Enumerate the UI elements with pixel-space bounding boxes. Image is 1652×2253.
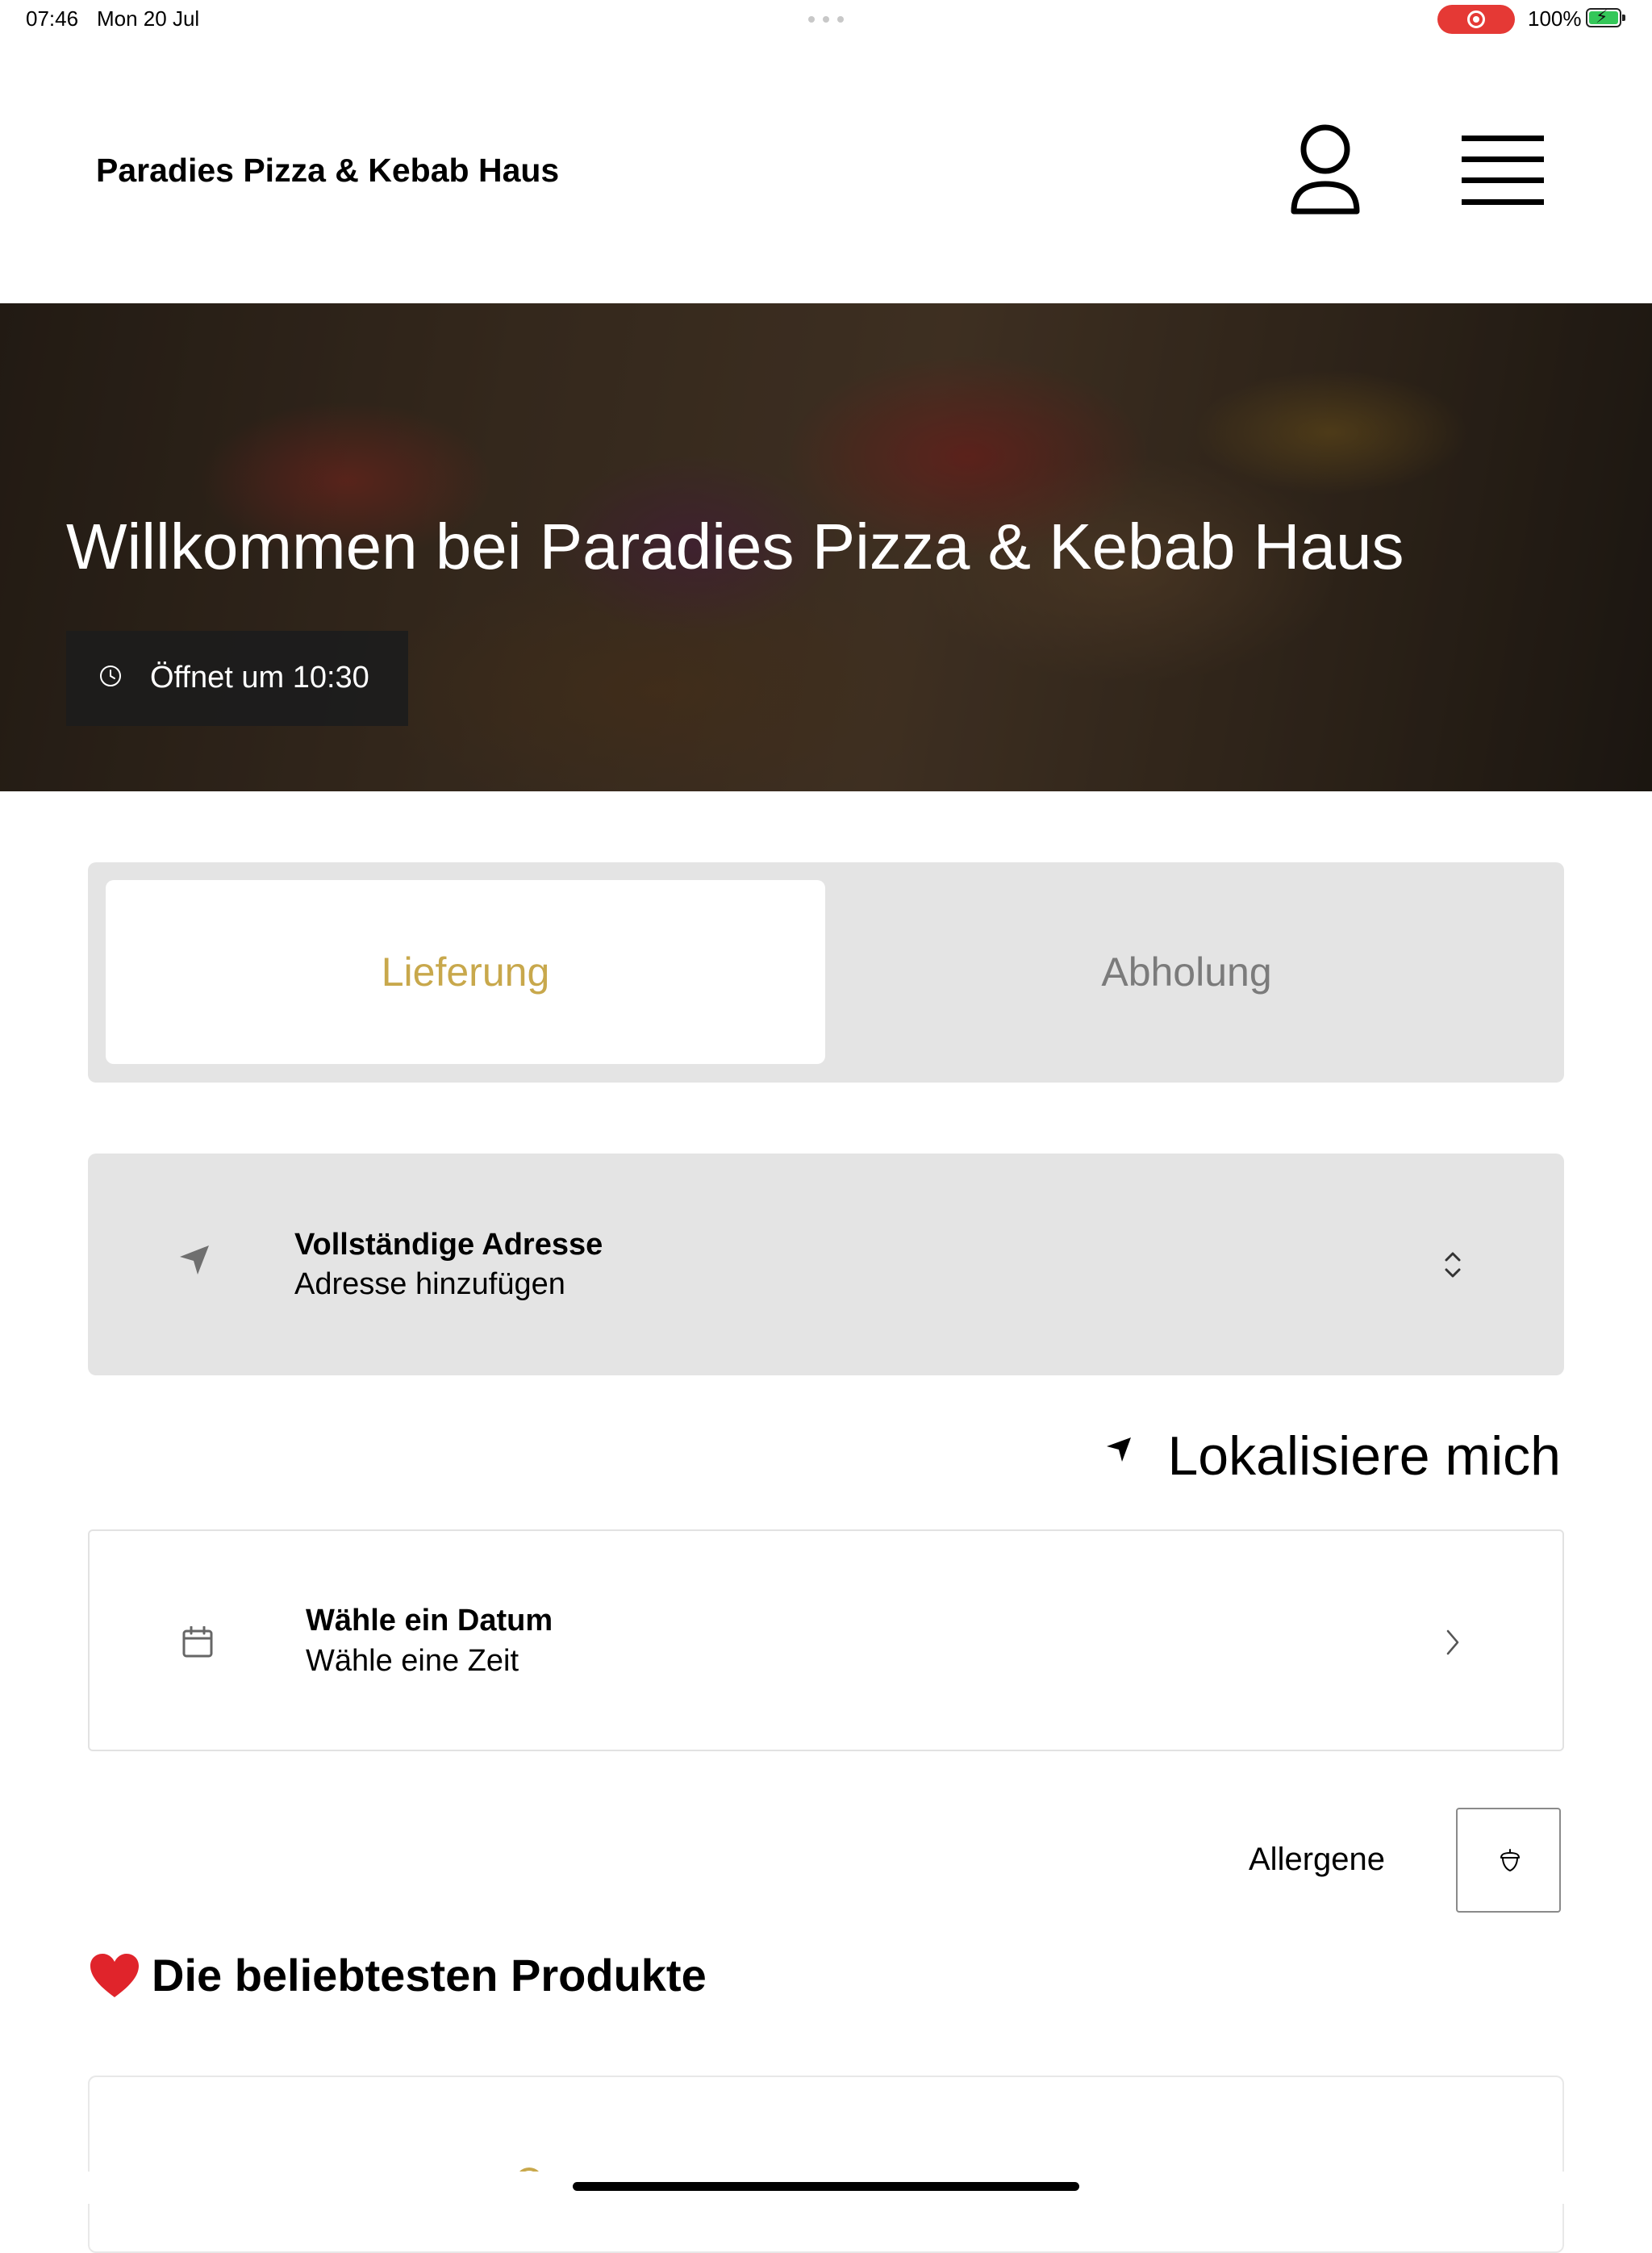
user-icon[interactable] xyxy=(1289,123,1362,218)
order-type-toggle: Lieferung Abholung xyxy=(88,862,1564,1083)
address-title: Vollständige Adresse xyxy=(294,1228,603,1262)
opening-hours-badge: Öffnet um 10:30 xyxy=(66,631,408,726)
battery-percentage: 100% xyxy=(1528,6,1582,31)
address-selector[interactable]: Vollständige Adresse Adresse hinzufügen xyxy=(88,1154,1564,1375)
status-date: Mon 20 Jul xyxy=(97,6,200,31)
hero-title: Willkommen bei Paradies Pizza & Kebab Ha… xyxy=(66,511,1404,582)
product-card[interactable] xyxy=(88,2076,1564,2253)
heart-icon xyxy=(90,1954,139,1997)
allergens-label: Allergene xyxy=(1249,1842,1386,1877)
screen-recording-icon[interactable] xyxy=(1437,5,1515,34)
address-subtitle: Adresse hinzufügen xyxy=(294,1267,565,1301)
date-title: Wähle ein Datum xyxy=(306,1604,553,1638)
popular-products-heading: Die beliebtesten Produkte xyxy=(152,1950,707,2001)
date-time-selector[interactable]: Wähle ein Datum Wähle eine Zeit xyxy=(88,1529,1564,1751)
hero-banner: Willkommen bei Paradies Pizza & Kebab Ha… xyxy=(0,303,1652,791)
acorn-icon xyxy=(1500,1849,1520,1872)
battery-charging-icon: ⚡ xyxy=(1586,7,1625,27)
clock-icon xyxy=(100,665,121,686)
location-arrow-icon[interactable] xyxy=(1105,1436,1133,1463)
chevron-right-icon xyxy=(1446,1629,1459,1655)
tab-delivery[interactable]: Lieferung xyxy=(106,880,825,1064)
allergens-button[interactable] xyxy=(1456,1808,1561,1913)
locate-me-button[interactable]: Lokalisiere mich xyxy=(1167,1425,1561,1487)
chevron-up-down-icon xyxy=(1445,1252,1461,1278)
hamburger-menu-icon[interactable] xyxy=(1462,136,1544,205)
time-subtitle: Wähle eine Zeit xyxy=(306,1644,519,1678)
opening-hours-text: Öffnet um 10:30 xyxy=(150,661,369,695)
tab-pickup[interactable]: Abholung xyxy=(827,880,1546,1064)
navigation-arrow-icon xyxy=(180,1245,209,1275)
multitasking-dots-icon[interactable] xyxy=(808,16,844,23)
restaurant-name[interactable]: Paradies Pizza & Kebab Haus xyxy=(96,152,559,190)
calendar-icon xyxy=(182,1626,213,1658)
status-bar: 07:46 Mon 20 Jul 100% ⚡ xyxy=(0,0,1652,40)
home-indicator[interactable] xyxy=(573,2182,1079,2191)
status-time: 07:46 xyxy=(26,6,79,31)
